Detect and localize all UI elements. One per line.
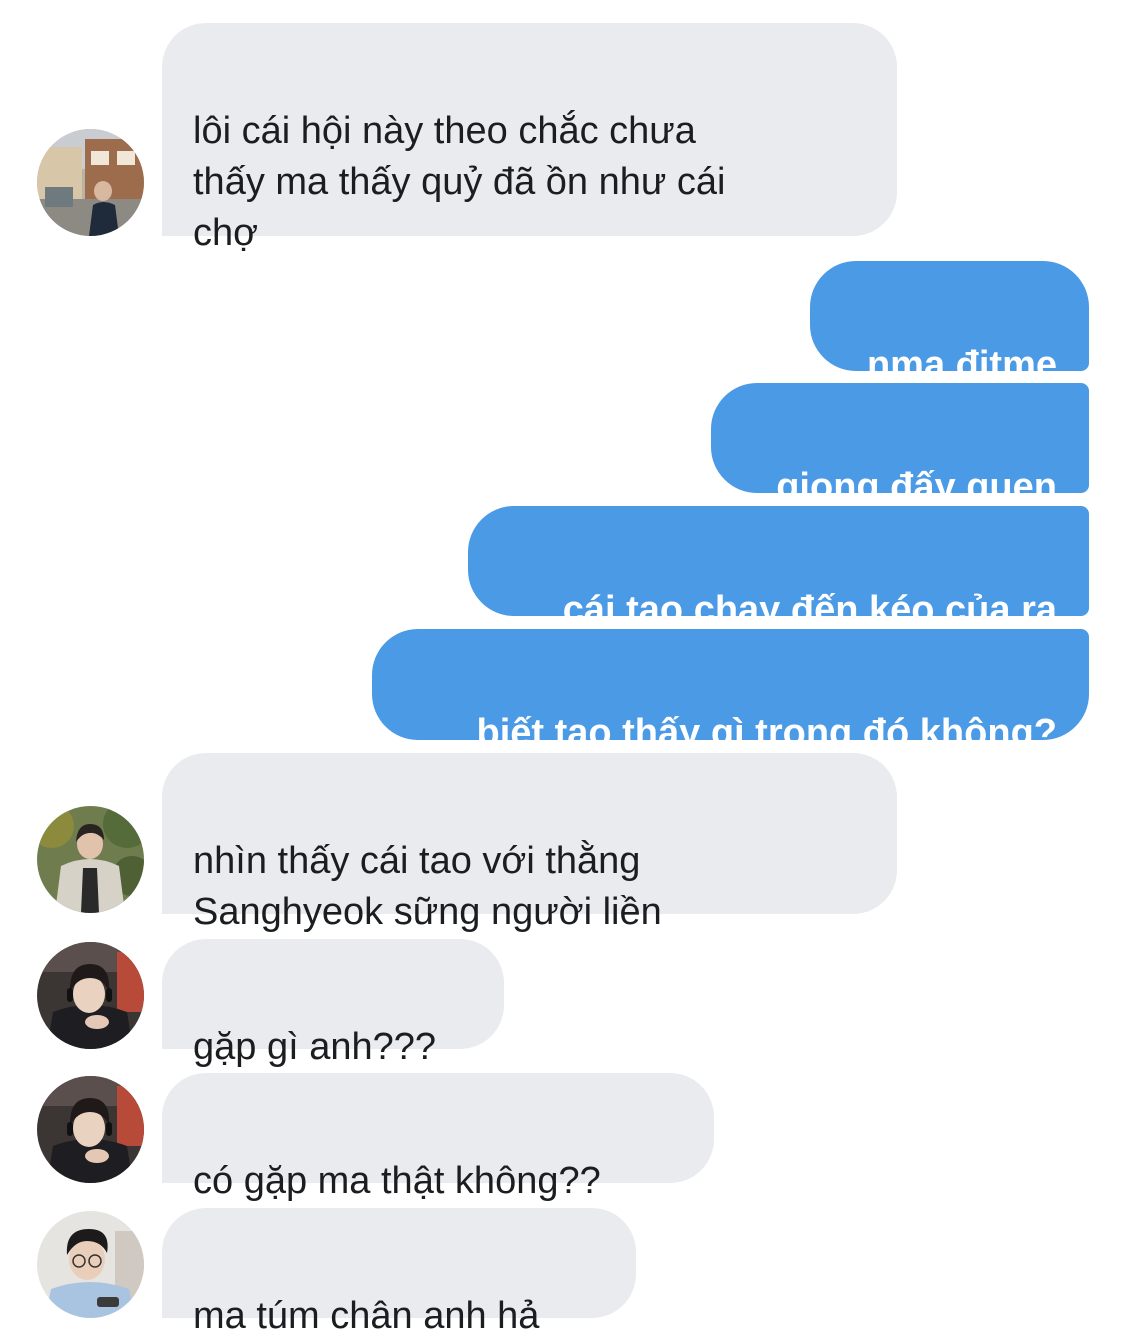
outgoing-message-bubble[interactable]: giọng đấy quen — [711, 383, 1089, 508]
message-text: cái tao chạy đến kéo của ra — [562, 589, 1057, 631]
message-text: ma túm chân anh hả — [193, 1295, 540, 1337]
avatar-street-photo-icon — [37, 129, 144, 236]
message-text: giọng đấy quen — [776, 466, 1057, 508]
incoming-message-bubble[interactable]: gặp gì anh??? — [162, 939, 504, 1068]
outgoing-message-bubble[interactable]: cái tao chạy đến kéo của ra — [468, 506, 1089, 631]
message-text: có gặp ma thật không?? — [193, 1160, 601, 1202]
avatar-outdoor-photo-icon — [37, 806, 144, 913]
message-text: lôi cái hội này theo chắc chưa thấy ma t… — [193, 110, 726, 254]
avatar[interactable] — [37, 942, 144, 1049]
outgoing-message-bubble[interactable]: nma đitme — [810, 261, 1089, 386]
outgoing-message-bubble[interactable]: biết tao thấy gì trong đó không? — [372, 629, 1089, 754]
message-text: biết tao thấy gì trong đó không? — [476, 712, 1057, 754]
avatar-headset-photo-icon — [37, 1076, 144, 1183]
message-text: nma đitme — [866, 344, 1057, 386]
avatar[interactable] — [37, 806, 144, 913]
avatar-headset-photo-icon — [37, 942, 144, 1049]
incoming-message-bubble[interactable]: nhìn thấy cái tao với thằng Sanghyeok sữ… — [162, 753, 897, 933]
avatar[interactable] — [37, 1076, 144, 1183]
avatar[interactable] — [37, 1211, 144, 1318]
message-thread: lôi cái hội này theo chắc chưa thấy ma t… — [0, 0, 1125, 1337]
avatar[interactable] — [37, 129, 144, 236]
message-text: nhìn thấy cái tao với thằng Sanghyeok sữ… — [193, 840, 662, 933]
incoming-message-bubble[interactable]: có gặp ma thật không?? — [162, 1073, 714, 1202]
incoming-message-bubble[interactable]: ma túm chân anh hả — [162, 1208, 636, 1337]
avatar-glasses-photo-icon — [37, 1211, 144, 1318]
message-text: gặp gì anh??? — [193, 1026, 437, 1068]
incoming-message-bubble[interactable]: lôi cái hội này theo chắc chưa thấy ma t… — [162, 23, 897, 254]
